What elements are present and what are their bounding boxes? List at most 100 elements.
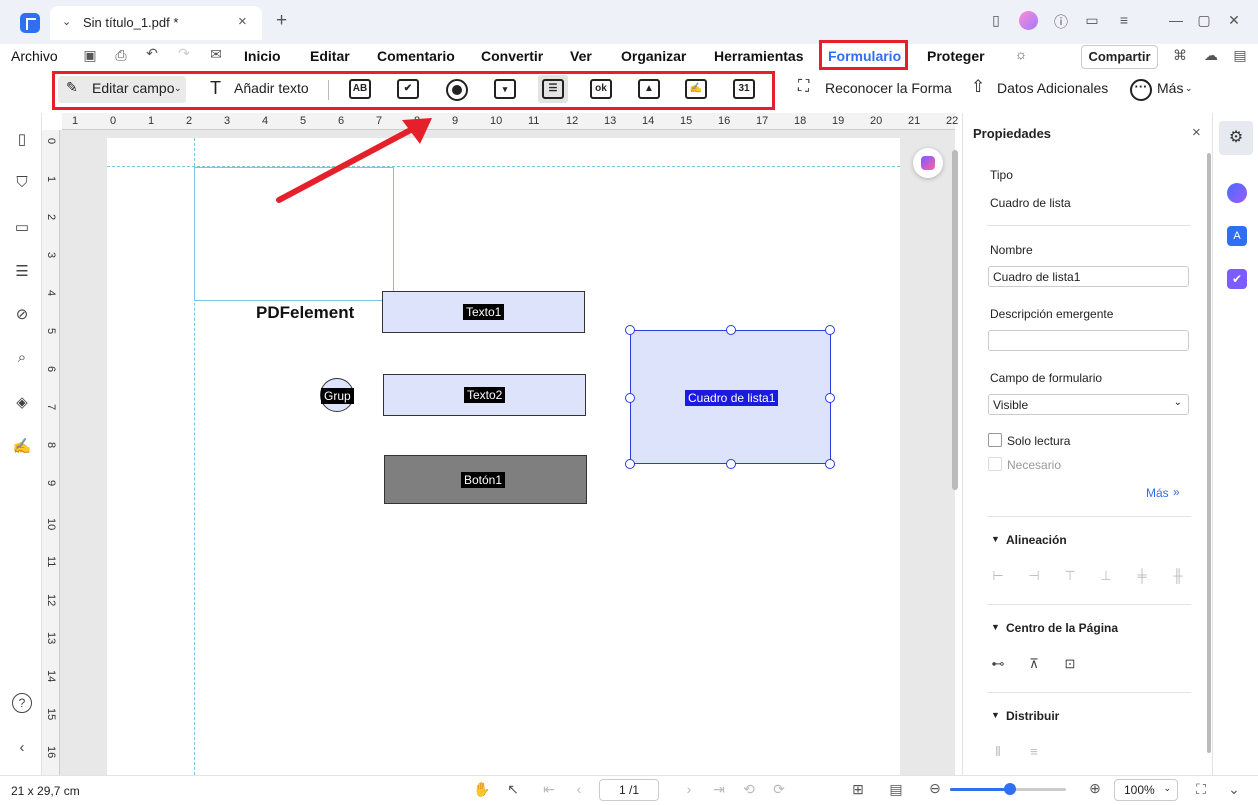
redo-icon[interactable]: ↷ (174, 45, 194, 62)
resize-handle-t[interactable] (726, 325, 736, 335)
ai-robot-icon[interactable] (1227, 183, 1247, 203)
cloud-upload-icon[interactable]: ☁ (1201, 47, 1221, 64)
zoom-select[interactable]: 100% ⌄ (1114, 779, 1178, 801)
menu-editar[interactable]: Editar (310, 48, 350, 64)
last-page-icon[interactable]: ⇥ (709, 781, 729, 798)
menu-herramientas[interactable]: Herramientas (714, 48, 804, 64)
fit-page-icon[interactable]: ⊞ (848, 781, 868, 798)
attachment-icon[interactable]: ⊘ (12, 305, 32, 325)
lightbulb-icon[interactable]: ☼ (1011, 46, 1031, 62)
text-field-1[interactable]: Texto1 (382, 291, 585, 333)
center-vertical-icon[interactable]: ⊼ (1027, 656, 1041, 671)
canvas-scrollbar[interactable] (952, 150, 958, 490)
distribute-horizontal-icon[interactable]: ⦀ (991, 744, 1005, 759)
align-top-icon[interactable]: ⊤ (1063, 568, 1077, 583)
checkbox-icon[interactable]: ✔ (397, 79, 419, 99)
resize-handle-bl[interactable] (625, 459, 635, 469)
panel-icon[interactable]: ▤ (1230, 47, 1250, 64)
print-icon[interactable]: ⎙ (111, 47, 131, 64)
device-icon[interactable]: ▯ (986, 12, 1006, 29)
image-field-icon[interactable]: ▲ (638, 79, 660, 99)
minimize-icon[interactable]: — (1166, 12, 1186, 28)
recognize-form-button[interactable]: Reconocer la Forma (825, 80, 952, 96)
network-icon[interactable]: ⌘ (1170, 47, 1190, 64)
help-circle-icon[interactable]: ? (12, 693, 32, 713)
align-center-h-icon[interactable]: ╫ (1171, 568, 1185, 583)
feedback-icon[interactable]: ▭ (1082, 12, 1102, 29)
close-window-icon[interactable]: ✕ (1224, 12, 1244, 29)
prev-page-icon[interactable]: ‹ (569, 781, 589, 797)
add-text-button[interactable]: Añadir texto (234, 80, 309, 96)
collapse-icon[interactable]: ▼ (991, 622, 1000, 632)
avatar[interactable] (1019, 11, 1038, 30)
listbox-field-1[interactable]: Cuadro de lista1 (625, 325, 835, 469)
collapse-icon[interactable]: ▼ (991, 710, 1000, 720)
mail-icon[interactable]: ✉ (206, 46, 226, 63)
help-icon[interactable]: ⓘ (1051, 12, 1071, 32)
resize-handle-br[interactable] (825, 459, 835, 469)
radio-group-field[interactable]: Grup (320, 378, 354, 412)
visibility-select[interactable]: Visible ⌄ (988, 394, 1189, 415)
maximize-icon[interactable]: ▢ (1194, 12, 1214, 29)
bookmark-icon[interactable]: ⛉ (12, 174, 32, 194)
rotate-right-icon[interactable]: ⟳ (769, 781, 789, 798)
zoom-slider-track[interactable] (950, 783, 1066, 795)
resize-handle-l[interactable] (625, 393, 635, 403)
search-icon[interactable]: ⌕ (12, 349, 32, 369)
radio-icon[interactable] (446, 79, 468, 101)
date-field-icon[interactable]: 31 (733, 79, 755, 99)
name-input[interactable]: Cuadro de lista1 (988, 266, 1189, 287)
menu-icon[interactable]: ≡ (1114, 12, 1134, 28)
panel-scrollbar[interactable] (1207, 153, 1211, 753)
align-bottom-icon[interactable]: ⊥ (1099, 568, 1113, 583)
menu-inicio[interactable]: Inicio (244, 48, 281, 64)
menu-proteger[interactable]: Proteger (927, 48, 985, 64)
dropdown-icon[interactable]: ▾ (494, 79, 516, 99)
button-icon[interactable]: ok (590, 79, 612, 99)
align-left-icon[interactable]: ⊢ (991, 568, 1005, 583)
zoom-in-icon[interactable]: ⊕ (1085, 780, 1105, 797)
tab-chevron-icon[interactable]: ⌄ (62, 15, 71, 28)
button-field-1[interactable]: Botón1 (384, 455, 587, 504)
resize-handle-tr[interactable] (825, 325, 835, 335)
document-tab[interactable]: ⌄ Sin título_1.pdf * × (50, 6, 262, 40)
menu-organizar[interactable]: Organizar (621, 48, 686, 64)
checklist-icon[interactable]: ✔ (1227, 269, 1247, 289)
save-icon[interactable]: ▣ (80, 47, 100, 64)
tooltip-input[interactable] (988, 330, 1189, 351)
more-link[interactable]: Más (1146, 486, 1169, 500)
layers-icon[interactable]: ◈ (12, 393, 32, 413)
listbox-icon[interactable]: ☰ (542, 79, 564, 99)
expand-status-icon[interactable]: ⌄ (1224, 781, 1244, 798)
signature-field-icon[interactable]: ✍ (685, 79, 707, 99)
layers-list-icon[interactable]: ☰ (12, 262, 32, 282)
menu-file[interactable]: Archivo (11, 48, 58, 64)
align-right-icon[interactable]: ⊣ (1027, 568, 1041, 583)
hand-tool-icon[interactable]: ✋ (472, 781, 492, 798)
rotate-icon[interactable]: ⟲ (739, 781, 759, 798)
resize-handle-b[interactable] (726, 459, 736, 469)
comment-icon[interactable]: ▭ (12, 218, 32, 238)
properties-settings-icon[interactable]: ⚙ (1219, 121, 1253, 155)
text-field-2[interactable]: Texto2 (383, 374, 586, 416)
signature-icon[interactable]: ✍ (12, 437, 32, 457)
page-layout-icon[interactable]: ▤ (886, 781, 906, 798)
page-icon[interactable]: ▯ (12, 130, 32, 150)
undo-icon[interactable]: ↶ (142, 45, 162, 62)
close-panel-icon[interactable]: × (1192, 124, 1201, 141)
next-page-icon[interactable]: › (679, 781, 699, 797)
collapse-icon[interactable]: ▼ (991, 534, 1000, 544)
fullscreen-icon[interactable]: ⛶ (1191, 781, 1211, 798)
center-horizontal-icon[interactable]: ⊷ (991, 656, 1005, 671)
menu-formulario[interactable]: Formulario (828, 48, 901, 64)
resize-handle-r[interactable] (825, 393, 835, 403)
align-center-v-icon[interactable]: ╪ (1135, 568, 1149, 583)
resize-handle-tl[interactable] (625, 325, 635, 335)
text-field-icon[interactable]: AB (349, 79, 371, 99)
first-page-icon[interactable]: ⇤ (539, 781, 559, 798)
menu-comentario[interactable]: Comentario (377, 48, 455, 64)
distribute-vertical-icon[interactable]: ≡ (1027, 744, 1041, 759)
menu-convertir[interactable]: Convertir (481, 48, 543, 64)
new-tab-icon[interactable]: + (276, 10, 287, 32)
ai-assistant-button[interactable] (913, 148, 943, 178)
